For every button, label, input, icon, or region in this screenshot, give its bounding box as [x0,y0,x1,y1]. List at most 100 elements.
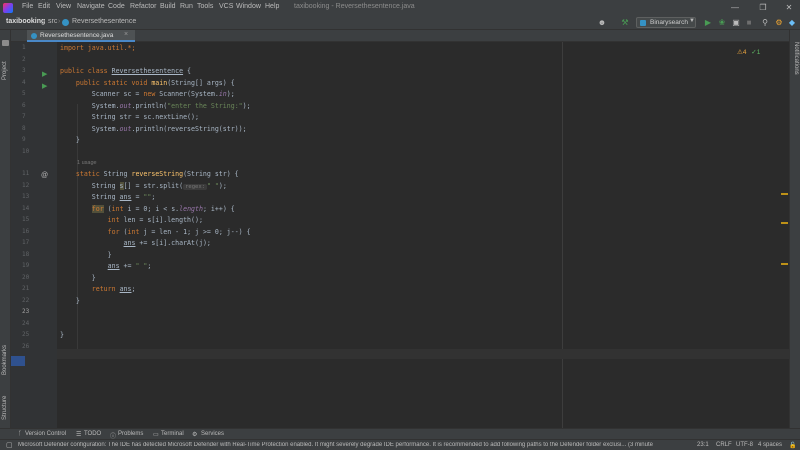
code-token: new [143,90,156,98]
line-number: 4 [22,79,26,86]
settings-icon[interactable]: ⚙ [774,18,784,28]
problems-tool[interactable]: Problems [118,431,143,437]
notification-icon[interactable]: ▢ [6,441,13,449]
code-token: { [183,67,192,75]
line-number: 8 [22,125,26,132]
line-number: 6 [22,102,26,109]
line-number: 1 [22,44,26,51]
menu-edit[interactable]: Edit [38,3,50,10]
code-token: ans [123,239,136,247]
code-token: public class [60,67,112,75]
status-message[interactable]: Microsoft Defender configuration: The ID… [18,442,682,448]
code-token: ans [119,193,132,201]
menu-help[interactable]: Help [265,3,279,10]
project-tool-button[interactable]: Project [2,61,8,80]
version-control-tool[interactable]: Version Control [25,431,66,437]
usage-icon[interactable]: @ [41,172,48,179]
breadcrumb-src[interactable]: src [48,18,57,25]
scroll-marker[interactable] [781,263,788,265]
code-token: Scanner sc = [60,90,144,98]
scroll-marker[interactable] [781,222,788,224]
search-icon[interactable]: ⚲ [760,18,770,28]
intellij-logo-icon[interactable] [3,3,13,13]
code-line: public static void main(String[] args) { [60,79,235,87]
breadcrumb-project[interactable]: taxibooking [6,18,45,25]
code-token: [] = str.split( [123,182,184,190]
terminal-tool[interactable]: Terminal [161,431,184,437]
menu-code[interactable]: Code [108,3,125,10]
code-token: .println( [131,102,168,110]
code-token: String str = sc.nextLine(); [60,113,199,121]
notifications-tool-button[interactable]: Notifications [793,42,799,75]
code-token: } [60,274,96,282]
code-line: } [60,251,112,259]
bookmark-gutter-marker [11,356,25,366]
line-number: 15 [22,216,30,223]
menu-build[interactable]: Build [160,3,176,10]
bottom-tool-bar: ᚴ Version Control ☰ TODO ⓘ Problems ▭ Te… [0,428,800,440]
ok-count: ✓1 [751,49,761,56]
user-icon[interactable]: ☻ [597,18,607,28]
code-line: return ans; [60,285,136,293]
indent-setting[interactable]: 4 spaces [758,442,782,448]
jetbrains-icon[interactable]: ◆ [787,18,797,28]
vcs-icon: ᚴ [18,431,22,437]
code-token: len = s[i].length(); [119,216,203,224]
hammer-icon[interactable]: ⚒ [620,18,630,28]
code-line: for (int j = len - 1; j >= 0; j--) { [60,228,251,236]
debug-icon[interactable]: ❀ [717,18,727,28]
menu-window[interactable]: Window [236,3,261,10]
code-editor[interactable]: import java.util.*; public class Reverse… [57,42,789,428]
menu-run[interactable]: Run [180,3,193,10]
lock-icon[interactable]: 🔓 [789,442,796,449]
code-token: i = 0; i < s. [123,205,180,213]
caret-position[interactable]: 23:1 [697,442,709,448]
title-bar: File Edit View Navigate Code Refactor Bu… [0,0,800,16]
todo-tool[interactable]: TODO [84,431,101,437]
breadcrumb-class[interactable]: Reversethesentence [72,18,136,25]
menu-refactor[interactable]: Refactor [130,3,156,10]
inspection-widget[interactable]: ⚠4 ✓1 [737,48,760,56]
code-token: Scanner(System. [155,90,219,98]
scroll-marker[interactable] [781,193,788,195]
menu-vcs[interactable]: VCS [219,3,233,10]
menu-navigate[interactable]: Navigate [77,3,105,10]
run-icon[interactable]: ▶ [703,18,713,28]
services-tool[interactable]: Services [201,431,224,437]
line-number: 5 [22,90,26,97]
coverage-icon[interactable]: ▣ [731,18,741,28]
usage-hint[interactable]: 1 usage [77,160,97,166]
menu-view[interactable]: View [56,3,71,10]
code-token: ); [218,182,227,190]
line-number: 17 [22,239,30,246]
java-class-icon [62,19,69,26]
java-class-icon [640,20,646,26]
code-token: " " [135,262,148,270]
close-icon[interactable]: × [124,31,128,38]
close-window-icon[interactable]: ✕ [781,2,797,14]
menu-file[interactable]: File [22,3,33,10]
run-icon[interactable]: ▶ [42,82,47,90]
line-separator[interactable]: CRLF [716,442,732,448]
run-icon[interactable]: ▶ [42,70,47,78]
bookmarks-tool-button[interactable]: Bookmarks [2,345,8,375]
maximize-icon[interactable]: ❐ [755,2,771,14]
structure-tool-button[interactable]: Structure [2,396,8,420]
minimize-icon[interactable]: — [727,2,743,14]
regex-hint: regex: [183,184,207,190]
tab-reversethesentence[interactable]: Reversethesentence.java × [27,30,135,42]
menu-tools[interactable]: Tools [197,3,213,10]
code-line: Scanner sc = new Scanner(System.in); [60,90,235,98]
code-line: import java.util.*; [60,44,135,52]
run-config-selector[interactable]: Binarysearch ▼ [636,17,696,28]
todo-icon: ☰ [76,432,82,438]
code-token: System. [60,125,120,133]
code-token: } [60,297,80,305]
code-token: += s[i].charAt(j); [135,239,211,247]
file-encoding[interactable]: UTF-8 [736,442,753,448]
line-number: 13 [22,193,30,200]
line-number: 23 [22,308,30,315]
code-token: public static void [60,79,152,87]
stop-icon[interactable]: ■ [744,18,754,28]
